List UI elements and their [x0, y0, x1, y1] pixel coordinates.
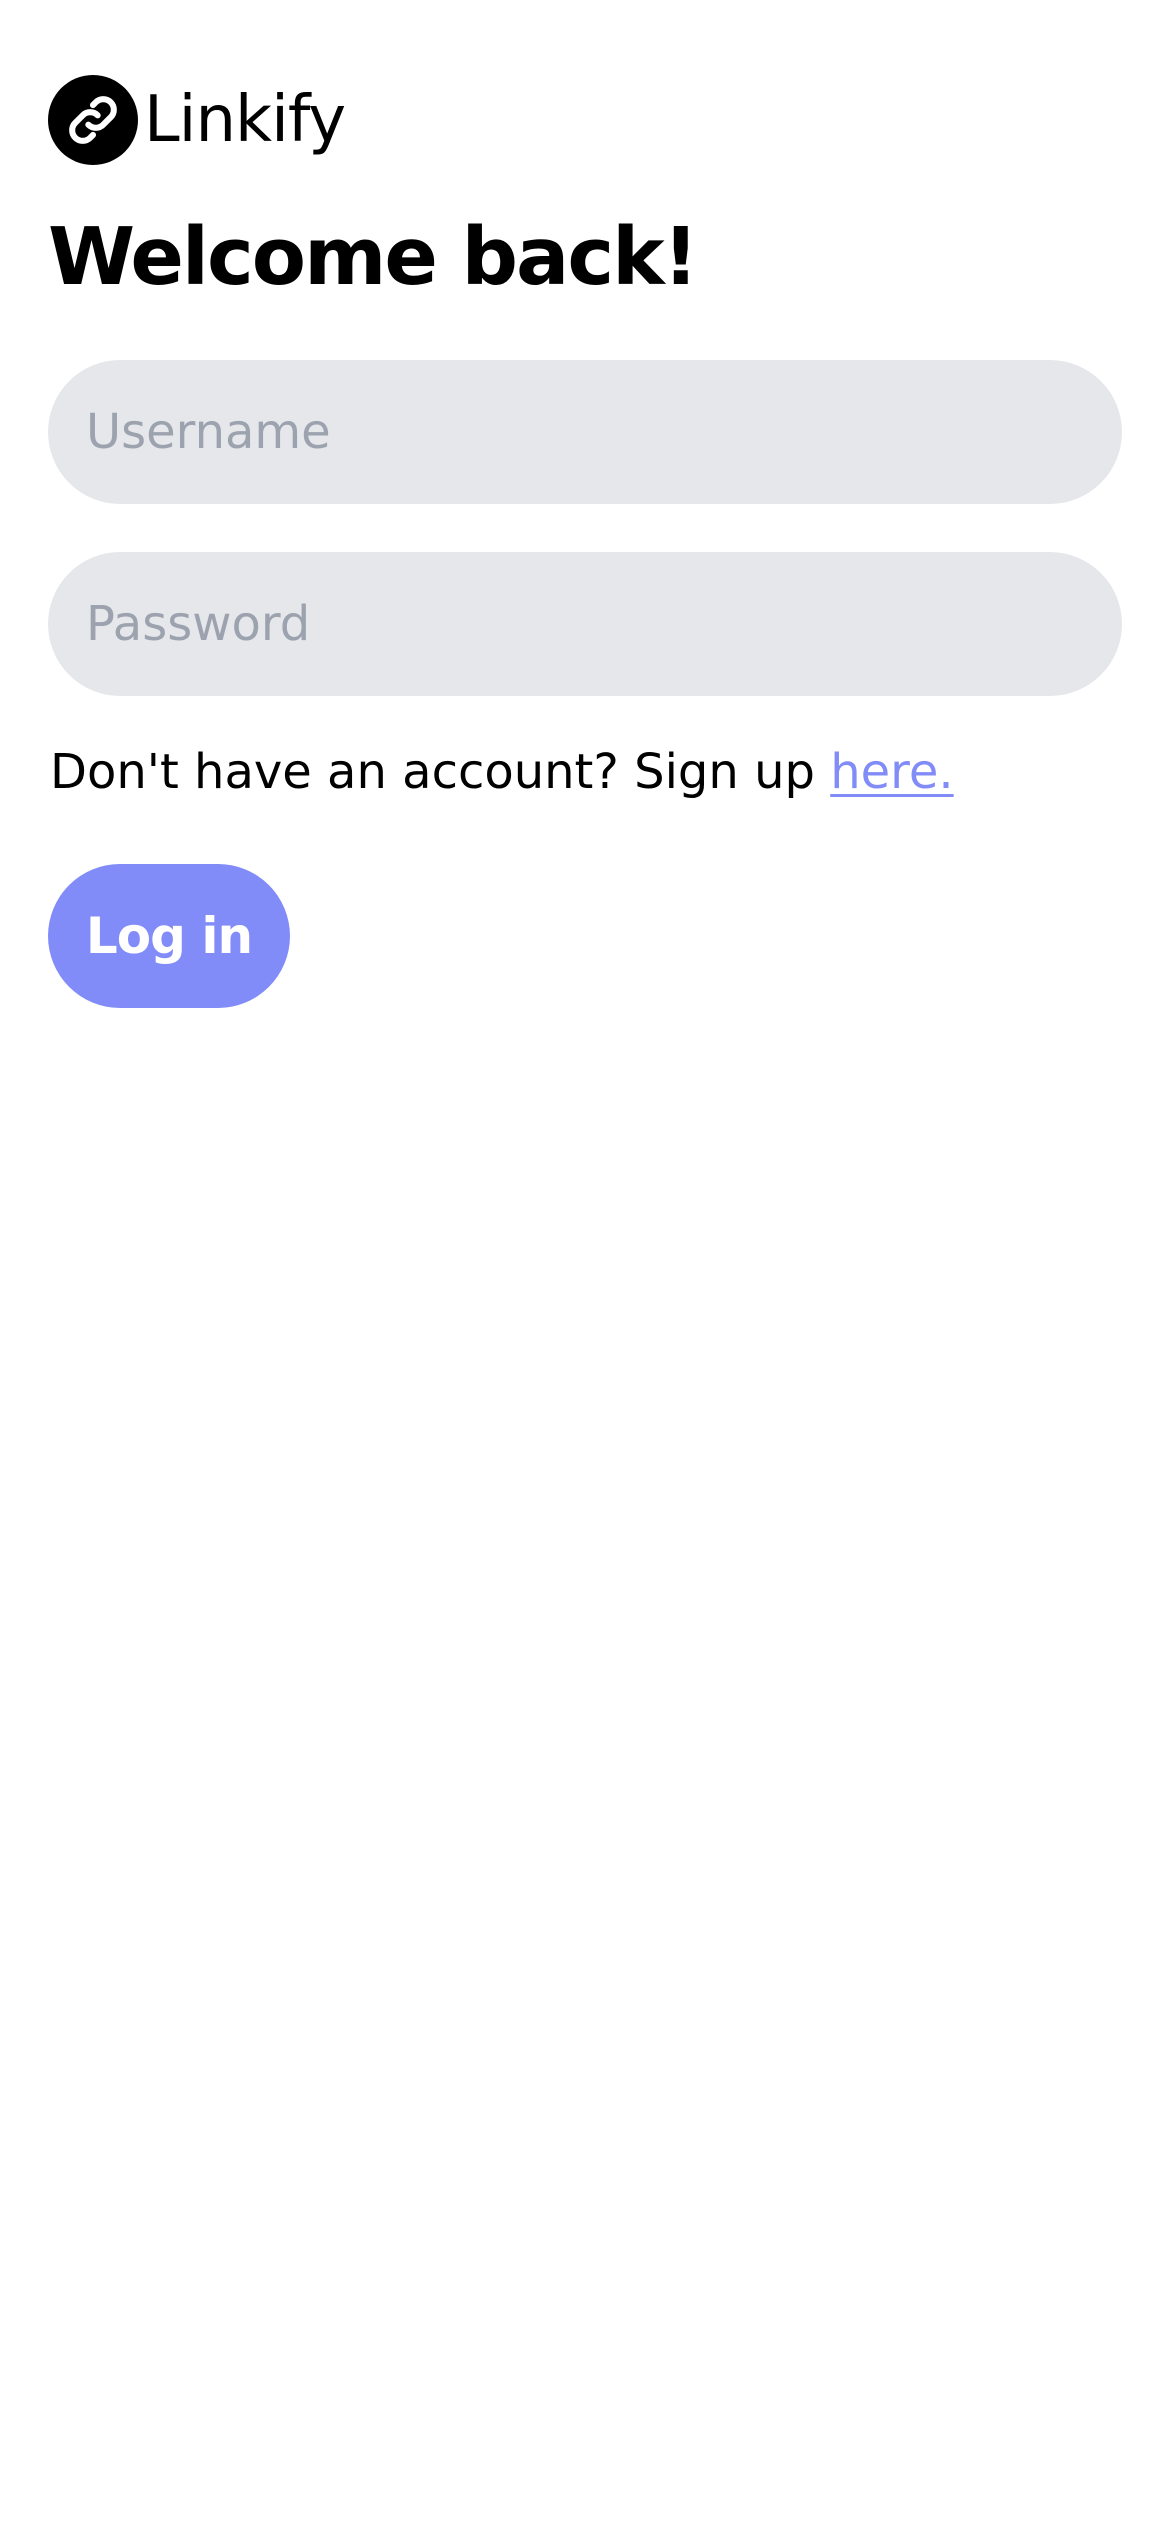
signup-link[interactable]: here. [830, 744, 953, 800]
link-icon [48, 75, 138, 165]
password-input[interactable] [48, 552, 1122, 696]
brand-name: Linkify [144, 83, 346, 157]
page-title: Welcome back! [48, 211, 699, 303]
login-button[interactable]: Log in [48, 864, 290, 1008]
signup-prompt-text: Don't have an account? Sign up [50, 744, 831, 800]
brand-logo: Linkify [48, 74, 346, 166]
username-input[interactable] [48, 360, 1122, 504]
signup-prompt: Don't have an account? Sign up here. [50, 744, 954, 802]
